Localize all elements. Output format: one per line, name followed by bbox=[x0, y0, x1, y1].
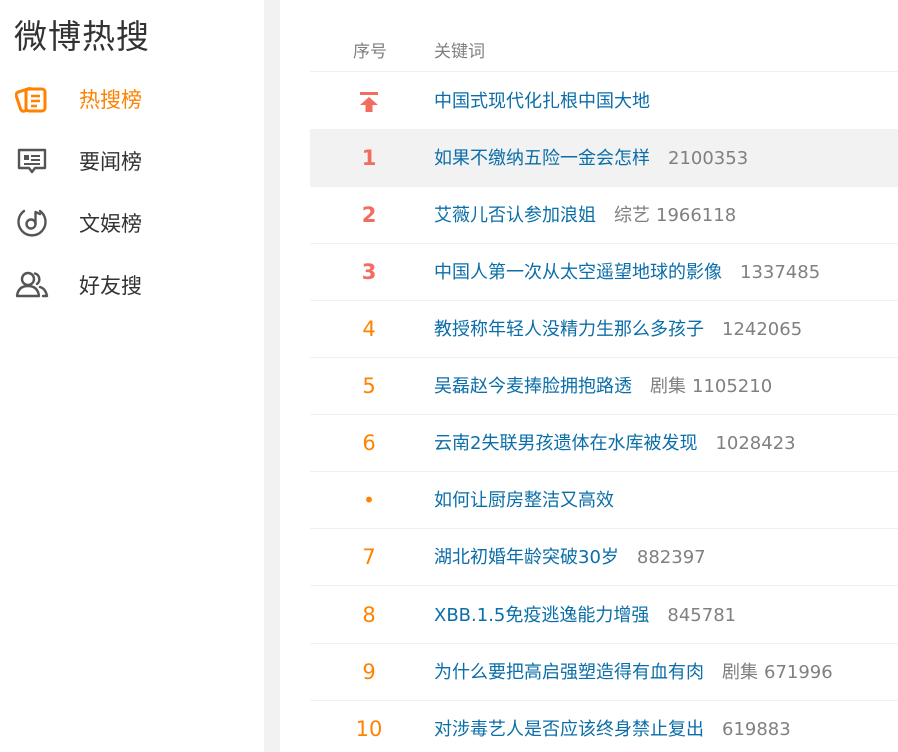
keyword-link[interactable]: 艾薇儿否认参加浪姐 bbox=[434, 205, 596, 226]
keyword-cell: XBB.1.5免疫逃逸能力增强 845781 bbox=[434, 587, 736, 644]
table-row[interactable]: 5 吴磊赵今麦捧脸拥抱路透 剧集 1105210 bbox=[310, 358, 898, 415]
rank-cell bbox=[310, 73, 434, 130]
news-icon bbox=[15, 143, 49, 177]
rank-number: 2 bbox=[361, 203, 377, 227]
rank-number: 8 bbox=[362, 603, 376, 627]
column-header-rank: 序号 bbox=[353, 42, 387, 62]
sidebar-item-news[interactable]: 要闻榜 bbox=[0, 132, 264, 188]
rank-number: 1 bbox=[361, 146, 377, 170]
hot-count: 671996 bbox=[764, 662, 833, 683]
keyword-cell: 如果不缴纳五险一金会怎样 2100353 bbox=[434, 130, 748, 187]
keyword-cell: 如何让厨房整洁又高效 bbox=[434, 472, 614, 529]
table-row[interactable]: • 如何让厨房整洁又高效 bbox=[310, 472, 898, 529]
hot-count: 2100353 bbox=[668, 148, 749, 169]
hot-count: 1242065 bbox=[722, 319, 803, 340]
sidebar-item-label: 文娱榜 bbox=[79, 212, 142, 236]
rank-number: 10 bbox=[355, 717, 383, 741]
friends-icon bbox=[15, 267, 49, 301]
keyword-cell: 对涉毒艺人是否应该终身禁止复出 619883 bbox=[434, 701, 791, 752]
keyword-cell: 中国人第一次从太空遥望地球的影像 1337485 bbox=[434, 244, 820, 301]
pin-top-icon bbox=[359, 89, 379, 113]
table-row[interactable]: 1 如果不缴纳五险一金会怎样 2100353 bbox=[310, 130, 898, 187]
app-title: 微博热搜 bbox=[14, 17, 150, 56]
keyword-link[interactable]: 如果不缴纳五险一金会怎样 bbox=[434, 148, 650, 169]
keyword-cell: 中国式现代化扎根中国大地 bbox=[434, 73, 650, 130]
sidebar-item-label: 好友搜 bbox=[79, 274, 142, 298]
keyword-cell: 为什么要把高启强塑造得有血有肉 剧集 671996 bbox=[434, 644, 833, 701]
table-row[interactable]: 6 云南2失联男孩遗体在水库被发现 1028423 bbox=[310, 415, 898, 472]
keyword-cell: 吴磊赵今麦捧脸拥抱路透 剧集 1105210 bbox=[434, 358, 772, 415]
keyword-link[interactable]: XBB.1.5免疫逃逸能力增强 bbox=[434, 605, 649, 626]
table-row[interactable]: 9 为什么要把高启强塑造得有血有肉 剧集 671996 bbox=[310, 644, 898, 701]
keyword-link[interactable]: 湖北初婚年龄突破30岁 bbox=[434, 547, 619, 568]
table-row[interactable]: 8 XBB.1.5免疫逃逸能力增强 845781 bbox=[310, 587, 898, 644]
sidebar: 微博热搜 热搜榜 要闻榜 文娱榜 好友搜 bbox=[0, 0, 264, 752]
column-header-keyword: 关键词 bbox=[434, 42, 485, 62]
sidebar-item-hot-list[interactable]: 热搜榜 bbox=[0, 70, 264, 126]
sidebar-item-entertainment[interactable]: 文娱榜 bbox=[0, 194, 264, 250]
table-header: 序号 关键词 bbox=[310, 0, 898, 72]
hot-count: 1105210 bbox=[692, 376, 773, 397]
table-row[interactable]: 2 艾薇儿否认参加浪姐 综艺 1966118 bbox=[310, 187, 898, 244]
keyword-cell: 教授称年轻人没精力生那么多孩子 1242065 bbox=[434, 301, 802, 358]
keyword-link[interactable]: 云南2失联男孩遗体在水库被发现 bbox=[434, 433, 697, 454]
sidebar-item-friends[interactable]: 好友搜 bbox=[0, 256, 264, 312]
sidebar-item-label: 要闻榜 bbox=[79, 150, 142, 174]
rank-number: 3 bbox=[361, 260, 377, 284]
table-row[interactable]: 中国式现代化扎根中国大地 bbox=[310, 73, 898, 130]
sidebar-item-label: 热搜榜 bbox=[79, 88, 142, 112]
rank-number: 7 bbox=[362, 545, 376, 569]
category-tag: 剧集 bbox=[650, 376, 686, 397]
hot-count: 845781 bbox=[667, 605, 737, 626]
rank-number: 4 bbox=[362, 317, 376, 341]
rank-number: 6 bbox=[362, 431, 376, 455]
hot-count: 1028423 bbox=[715, 433, 796, 454]
keyword-cell: 湖北初婚年龄突破30岁 882397 bbox=[434, 529, 706, 586]
keyword-link[interactable]: 中国式现代化扎根中国大地 bbox=[434, 91, 650, 112]
keyword-cell: 云南2失联男孩遗体在水库被发现 1028423 bbox=[434, 415, 796, 472]
hot-list-icon bbox=[14, 81, 49, 115]
divider bbox=[264, 0, 280, 752]
hot-count: 882397 bbox=[636, 547, 706, 568]
keyword-link[interactable]: 教授称年轻人没精力生那么多孩子 bbox=[434, 319, 704, 340]
keyword-link[interactable]: 吴磊赵今麦捧脸拥抱路透 bbox=[434, 376, 632, 397]
rank-number: 5 bbox=[362, 374, 376, 398]
keyword-link[interactable]: 如何让厨房整洁又高效 bbox=[434, 490, 614, 511]
table-row[interactable]: 4 教授称年轻人没精力生那么多孩子 1242065 bbox=[310, 301, 898, 358]
category-tag: 剧集 bbox=[722, 662, 758, 683]
table-row[interactable]: 10 对涉毒艺人是否应该终身禁止复出 619883 bbox=[310, 701, 898, 752]
hot-count: 1966118 bbox=[656, 205, 737, 226]
rank-dot: • bbox=[363, 488, 375, 512]
music-disc-icon bbox=[15, 205, 49, 239]
keyword-cell: 艾薇儿否认参加浪姐 综艺 1966118 bbox=[434, 187, 736, 244]
keyword-link[interactable]: 为什么要把高启强塑造得有血有肉 bbox=[434, 662, 704, 683]
hot-count: 619883 bbox=[722, 719, 791, 740]
table-row[interactable]: 7 湖北初婚年龄突破30岁 882397 bbox=[310, 529, 898, 586]
category-tag: 综艺 bbox=[614, 205, 650, 226]
table-row[interactable]: 3 中国人第一次从太空遥望地球的影像 1337485 bbox=[310, 244, 898, 301]
keyword-link[interactable]: 中国人第一次从太空遥望地球的影像 bbox=[434, 262, 722, 283]
rank-number: 9 bbox=[362, 660, 376, 684]
hot-count: 1337485 bbox=[740, 262, 821, 283]
keyword-link[interactable]: 对涉毒艺人是否应该终身禁止复出 bbox=[434, 719, 704, 740]
hot-search-list: 序号 关键词 中国式现代化扎根中国大地 1 如果不缴纳五险一金会怎样 210035… bbox=[280, 0, 898, 752]
